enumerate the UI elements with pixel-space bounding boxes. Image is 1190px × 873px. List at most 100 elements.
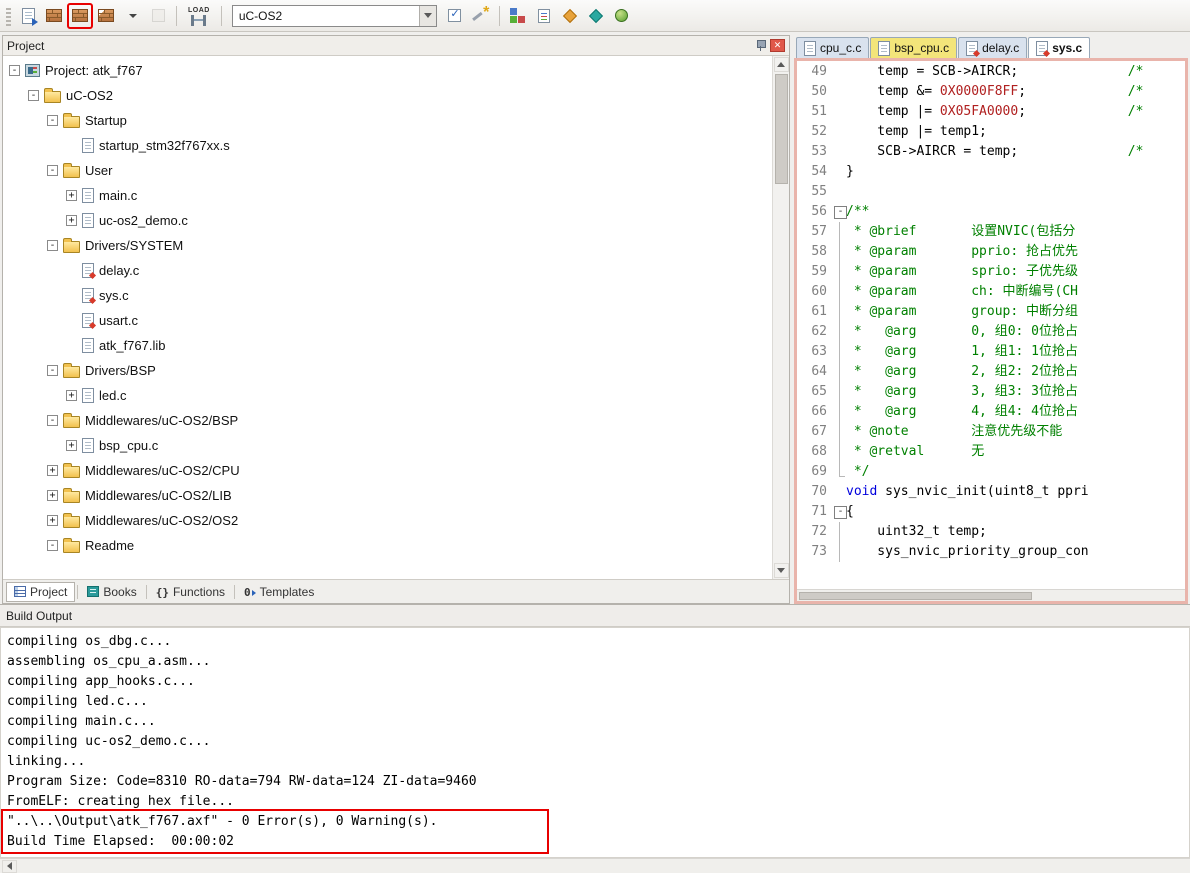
tree-item-middlewares-uc-os2-bsp[interactable]: -Middlewares/uC-OS2/BSP: [3, 408, 772, 433]
tree-expander-icon[interactable]: +: [66, 215, 77, 226]
scrollbar-thumb[interactable]: [799, 592, 1032, 600]
editor-horizontal-scrollbar[interactable]: [797, 589, 1185, 601]
tree-expander-icon[interactable]: -: [47, 415, 58, 426]
combo-dropdown-button[interactable]: [419, 6, 436, 26]
tree-item-startup-stm32f767xx-s[interactable]: startup_stm32f767xx.s: [3, 133, 772, 158]
close-panel-button[interactable]: ✕: [770, 39, 785, 52]
fold-margin: [833, 442, 846, 462]
stop-build-icon: [152, 9, 165, 22]
manage-project-items-button[interactable]: [506, 4, 530, 28]
code-text: {: [846, 502, 854, 522]
tree-item-uc-os2[interactable]: -uC-OS2: [3, 83, 772, 108]
toolbar-build-group: [15, 4, 171, 28]
batch-build-button[interactable]: [94, 4, 118, 28]
batch-build-dropdown-button[interactable]: [120, 4, 144, 28]
tab-separator: [77, 585, 78, 599]
tree-expander-icon[interactable]: -: [28, 90, 39, 101]
code-line: 61 * @param group: 中断分组: [797, 302, 1185, 322]
tree-expander-icon[interactable]: +: [66, 440, 77, 451]
line-number: 57: [797, 222, 833, 242]
editor-tab-sys-c[interactable]: sys.c: [1028, 37, 1090, 58]
build-output-body[interactable]: compiling os_dbg.c...assembling os_cpu_a…: [0, 627, 1190, 858]
panel-tab-books[interactable]: Books: [80, 582, 143, 602]
translate-button[interactable]: [16, 4, 40, 28]
project-target-icon: [25, 64, 40, 77]
panel-tab-project[interactable]: Project: [6, 582, 75, 602]
build-button[interactable]: [42, 4, 66, 28]
tree-item-delay-c[interactable]: delay.c: [3, 258, 772, 283]
code-text: */: [846, 462, 869, 482]
tree-expander-icon[interactable]: -: [47, 365, 58, 376]
tree-item-project-atk-f767[interactable]: -Project: atk_f767: [3, 58, 772, 83]
pack-installer-button[interactable]: [584, 4, 608, 28]
code-line: 68 * @retval 无: [797, 442, 1185, 462]
fold-collapse-icon[interactable]: [833, 202, 846, 222]
flash-download-icon: [191, 15, 206, 26]
tree-item-startup[interactable]: -Startup: [3, 108, 772, 133]
tree-item-middlewares-uc-os2-lib[interactable]: +Middlewares/uC-OS2/LIB: [3, 483, 772, 508]
tree-item-sys-c[interactable]: sys.c: [3, 283, 772, 308]
tree-expander-icon[interactable]: -: [47, 115, 58, 126]
tree-item-uc-os2-demo-c[interactable]: +uc-os2_demo.c: [3, 208, 772, 233]
code-text: * @param group: 中断分组: [846, 302, 1078, 322]
tree-expander-icon[interactable]: +: [47, 490, 58, 501]
tree-item-label: atk_f767.lib: [99, 338, 166, 353]
tree-item-led-c[interactable]: +led.c: [3, 383, 772, 408]
fold-margin: [833, 182, 846, 202]
tree-expander-icon[interactable]: -: [47, 540, 58, 551]
fold-collapse-icon[interactable]: [833, 502, 846, 522]
editor-tab-delay-c[interactable]: delay.c: [958, 37, 1027, 58]
pin-icon[interactable]: [755, 39, 766, 52]
target-select[interactable]: uC-OS2: [232, 5, 437, 27]
load-button[interactable]: LOAD: [184, 2, 214, 30]
toolbar-separator: [499, 6, 500, 26]
code-line: 52 temp |= temp1;: [797, 122, 1185, 142]
vertical-scrollbar[interactable]: [772, 56, 789, 579]
tree-expander-icon[interactable]: +: [66, 190, 77, 201]
tree-item-user[interactable]: -User: [3, 158, 772, 183]
tree-expander-icon[interactable]: -: [47, 165, 58, 176]
tree-item-drivers-bsp[interactable]: -Drivers/BSP: [3, 358, 772, 383]
tree-item-atk-f767-lib[interactable]: atk_f767.lib: [3, 333, 772, 358]
tree-expander-icon[interactable]: -: [47, 240, 58, 251]
software-packs-button[interactable]: [610, 4, 634, 28]
tree-item-bsp-cpu-c[interactable]: +bsp_cpu.c: [3, 433, 772, 458]
fold-margin: [833, 162, 846, 182]
scroll-down-button[interactable]: [774, 563, 789, 578]
source-file-key-icon: [82, 263, 94, 278]
target-options-check-button[interactable]: [443, 4, 467, 28]
file-extensions-button[interactable]: [532, 4, 556, 28]
tree-item-readme[interactable]: -Readme: [3, 533, 772, 558]
toolbar-grip[interactable]: [6, 6, 11, 26]
scroll-left-button[interactable]: [2, 860, 17, 873]
output-horizontal-scrollbar[interactable]: [0, 858, 1190, 873]
fold-margin: [833, 262, 846, 282]
code-text: temp |= temp1;: [846, 122, 987, 142]
line-number: 50: [797, 82, 833, 102]
fold-margin: [833, 342, 846, 362]
panel-tab-templates[interactable]: Templates: [237, 582, 321, 602]
editor-tab-cpu-c-c[interactable]: cpu_c.c: [796, 37, 869, 58]
scroll-up-button[interactable]: [774, 57, 789, 72]
code-line: 63 * @arg 1, 组1: 1位抢占: [797, 342, 1185, 362]
code-line: 49 temp = SCB->AIRCR; /*: [797, 62, 1185, 82]
tree-expander-icon[interactable]: +: [47, 515, 58, 526]
code-line: 57 * @brief 设置NVIC(包括分: [797, 222, 1185, 242]
tree-item-drivers-system[interactable]: -Drivers/SYSTEM: [3, 233, 772, 258]
scrollbar-thumb[interactable]: [775, 74, 788, 184]
tree-item-middlewares-uc-os2-os2[interactable]: +Middlewares/uC-OS2/OS2: [3, 508, 772, 533]
editor-tab-bsp-cpu-c[interactable]: bsp_cpu.c: [870, 37, 957, 58]
code-line: 59 * @param sprio: 子优先级: [797, 262, 1185, 282]
output-line: compiling led.c...: [7, 692, 1183, 712]
rebuild-button[interactable]: [68, 4, 92, 28]
tree-item-middlewares-uc-os2-cpu[interactable]: +Middlewares/uC-OS2/CPU: [3, 458, 772, 483]
code-area[interactable]: 49 temp = SCB->AIRCR; /*50 temp &= 0X000…: [797, 61, 1185, 589]
manage-rte-button[interactable]: [558, 4, 582, 28]
tree-item-usart-c[interactable]: usart.c: [3, 308, 772, 333]
options-for-target-wand-button[interactable]: [469, 4, 493, 28]
tree-expander-icon[interactable]: +: [47, 465, 58, 476]
tree-item-main-c[interactable]: +main.c: [3, 183, 772, 208]
tree-expander-icon[interactable]: +: [66, 390, 77, 401]
panel-tab-functions[interactable]: Functions: [149, 582, 232, 602]
tree-expander-icon[interactable]: -: [9, 65, 20, 76]
